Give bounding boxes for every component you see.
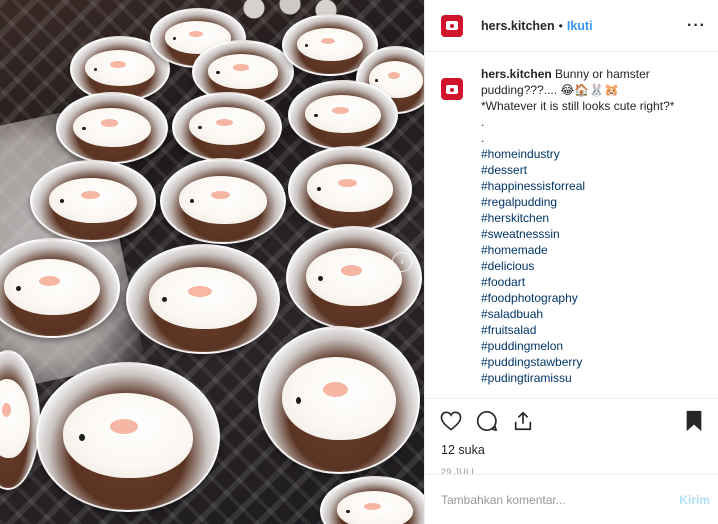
bunny-pudding [63,393,193,478]
comment-input[interactable] [441,492,680,507]
caption-avatar[interactable] [441,78,463,100]
bunny-pudding [188,107,266,146]
comment-icon[interactable] [475,409,499,433]
heart-icon[interactable] [439,409,463,433]
bunny-pudding [304,95,382,134]
caption-username[interactable]: hers.kitchen [481,67,552,81]
action-bar [425,399,718,443]
hashtag-link[interactable]: #fruitsalad [481,322,710,338]
hashtag-link[interactable]: #regalpudding [481,194,710,210]
hashtag-link[interactable]: #puddingstawberry [481,354,710,370]
caption-dot: . [481,131,485,145]
header-username[interactable]: hers.kitchen [481,19,555,33]
caption: hers.kitchen Bunny or hamster pudding???… [441,66,710,386]
pudding-cup [288,146,412,232]
bunny-pudding [336,491,414,524]
post-comment-button[interactable]: Kirim [679,493,710,507]
pudding-cup [30,160,156,242]
bunny-pudding [4,259,100,315]
pudding-cup [160,158,286,244]
hashtag-link[interactable]: #foodart [481,274,710,290]
bunny-pudding [179,176,267,224]
post-sidebar: hers.kitchen • Ikuti ··· hers.kitchen Bu… [424,0,718,524]
avatar[interactable] [441,14,463,37]
hashtag-link[interactable]: #herskitchen [481,210,710,226]
logo-icon [446,84,458,94]
post-actions-section: 12 suka 29 JULI [425,398,718,477]
caption-area: hers.kitchen Bunny or hamster pudding???… [441,66,710,396]
pudding-cup [258,326,420,474]
hashtag-link[interactable]: #puddingmelon [481,338,710,354]
pudding-cup [172,92,282,162]
bunny-pudding [282,356,396,441]
add-comment-bar: Kirim [425,474,718,524]
caption-line: *Whatever it is still looks cute right?* [481,99,675,113]
hashtag-link[interactable]: #happinessisforreal [481,178,710,194]
post-header: hers.kitchen • Ikuti ··· [425,0,718,52]
hashtag-link[interactable]: #saladbuah [481,306,710,322]
post-photo[interactable]: › [0,0,424,524]
bunny-pudding [0,379,30,459]
pudding-cup [286,226,422,330]
hashtag-link[interactable]: #pudingtiramissu [481,370,710,386]
hashtag-link[interactable]: #homeindustry [481,146,710,162]
like-count[interactable]: 12 suka [425,443,718,457]
bookmark-icon[interactable] [682,409,706,433]
pudding-cup [56,92,168,164]
bunny-pudding [85,50,155,87]
pudding-cup [320,476,424,524]
hashtag-link[interactable]: #homemade [481,242,710,258]
carousel-indicator-icon[interactable]: › [392,252,412,272]
bunny-pudding [149,267,257,329]
bunny-pudding [207,54,279,89]
separator-dot: • [558,18,563,33]
bunny-pudding [73,107,151,148]
hashtag-link[interactable]: #foodphotography [481,290,710,306]
share-icon[interactable] [511,409,535,433]
bunny-pudding [306,164,394,212]
bunny-pudding [306,248,402,306]
follow-button[interactable]: Ikuti [567,19,593,33]
pudding-cup [126,244,280,354]
hashtag-link[interactable]: #dessert [481,162,710,178]
bunny-pudding [49,177,137,223]
bunny-pudding [296,27,364,62]
caption-text: hers.kitchen Bunny or hamster pudding???… [481,66,710,386]
hashtag-link[interactable]: #sweatnesssin [481,226,710,242]
logo-icon [446,21,458,30]
hashtag-link[interactable]: #delicious [481,258,710,274]
caption-dot: . [481,115,485,129]
pudding-cup [36,362,220,512]
more-icon[interactable]: ··· [687,17,706,35]
pudding-cup [288,80,398,150]
